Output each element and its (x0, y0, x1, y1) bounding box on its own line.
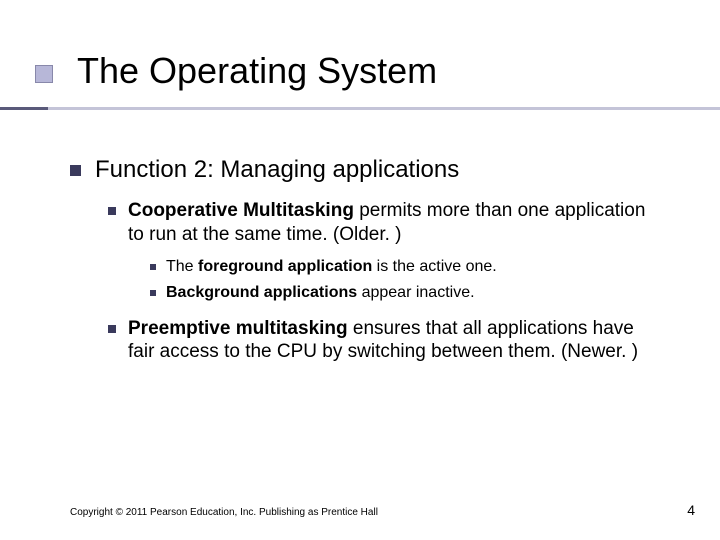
list-item: Function 2: Managing applications (70, 155, 660, 185)
background-text: Background applications appear inactive. (166, 283, 475, 303)
foreground-text: The foreground application is the active… (166, 257, 497, 277)
bg-bold: Background applications (166, 284, 357, 301)
fg-rest: is the active one. (372, 258, 497, 275)
slide-body: Function 2: Managing applications Cooper… (70, 155, 660, 374)
preempt-bold: Preemptive multitasking (128, 318, 348, 339)
copyright-footer: Copyright © 2011 Pearson Education, Inc.… (70, 507, 378, 518)
fg-bold: foreground application (198, 258, 372, 275)
slide-title: The Operating System (77, 50, 437, 92)
title-decor-square (35, 65, 53, 83)
page-number: 4 (687, 502, 695, 518)
list-item: Preemptive multitasking ensures that all… (108, 317, 660, 365)
preemptive-text: Preemptive multitasking ensures that all… (128, 317, 660, 365)
coop-multitasking-text: Cooperative Multitasking permits more th… (128, 199, 660, 247)
bullet-icon (108, 325, 116, 333)
bullet-icon (150, 290, 156, 296)
lvl1-text: Function 2: Managing applications (95, 155, 459, 185)
list-item: Cooperative Multitasking permits more th… (108, 199, 660, 247)
bullet-icon (70, 165, 81, 176)
coop-bold: Cooperative Multitasking (128, 200, 354, 221)
title-rule-dark (0, 107, 48, 110)
bullet-icon (108, 207, 116, 215)
bullet-icon (150, 264, 156, 270)
list-item: Background applications appear inactive. (150, 283, 660, 303)
title-rule-light (48, 107, 720, 110)
bg-rest: appear inactive. (357, 284, 474, 301)
fg-pre: The (166, 258, 198, 275)
list-item: The foreground application is the active… (150, 257, 660, 277)
